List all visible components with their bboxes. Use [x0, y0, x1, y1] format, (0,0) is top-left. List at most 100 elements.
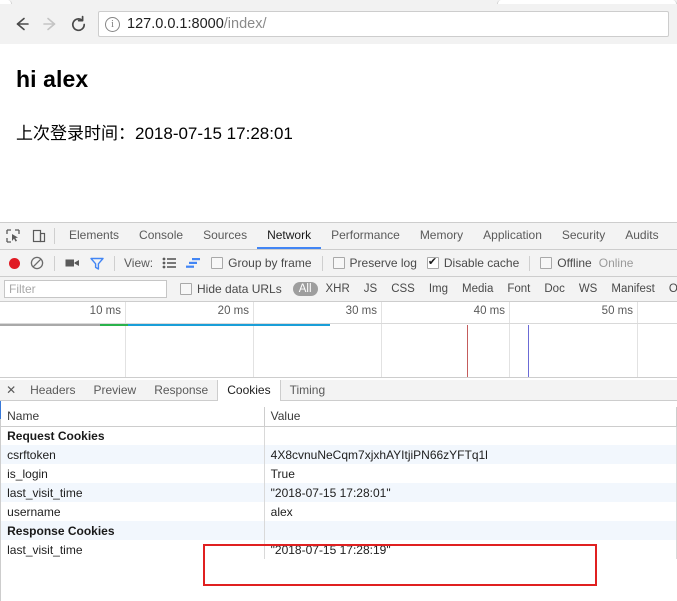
back-button[interactable]: [8, 10, 36, 38]
overview-tick-label: 40 ms: [473, 305, 505, 317]
tab-application[interactable]: Application: [473, 223, 552, 249]
checkbox-box: [540, 257, 553, 269]
record-dot-icon: [9, 257, 20, 269]
filter-type-media[interactable]: Media: [456, 282, 499, 296]
cookie-name: Request Cookies: [1, 426, 265, 445]
network-overview-timeline[interactable]: 10 ms 20 ms 30 ms 40 ms 50 ms: [0, 302, 677, 378]
close-icon[interactable]: ✕: [1, 380, 21, 400]
cookie-row[interactable]: last_visit_time "2018-07-15 17:28:19": [1, 540, 677, 559]
detail-tab-preview[interactable]: Preview: [85, 380, 146, 400]
tab-performance[interactable]: Performance: [321, 223, 410, 249]
url-host: 127.0.0.1:8000: [127, 16, 224, 32]
cookie-section-response: Response Cookies: [1, 521, 677, 540]
page-title: hi alex: [16, 66, 89, 92]
tab-security[interactable]: Security: [552, 223, 615, 249]
funnel-icon[interactable]: [85, 252, 109, 274]
device-toolbar-icon[interactable]: [26, 223, 52, 249]
overview-gridline: 40 ms: [382, 302, 510, 377]
throttling-select[interactable]: Online: [597, 256, 634, 270]
tab-sources[interactable]: Sources: [193, 223, 257, 249]
cookie-value: [264, 426, 677, 445]
address-bar[interactable]: i 127.0.0.1:8000/index/: [98, 11, 669, 37]
detail-tab-timing[interactable]: Timing: [281, 380, 335, 400]
overview-tick-label: 30 ms: [345, 305, 377, 317]
checkbox-box-checked: [426, 255, 439, 269]
filter-type-xhr[interactable]: XHR: [320, 282, 356, 296]
toolbar-divider-4: [529, 255, 531, 271]
inspect-element-icon[interactable]: [0, 223, 26, 249]
filter-type-css[interactable]: CSS: [385, 282, 421, 296]
filter-input[interactable]: [4, 280, 167, 298]
overview-bar-waiting: [100, 324, 128, 326]
forward-button[interactable]: [36, 10, 64, 38]
filter-type-img[interactable]: Img: [423, 282, 454, 296]
reload-button[interactable]: [64, 10, 92, 38]
devtools-tabstrip: Elements Console Sources Network Perform…: [0, 223, 677, 250]
toolbar-divider-1: [54, 255, 55, 271]
filter-type-all[interactable]: All: [292, 282, 318, 296]
cookie-row[interactable]: last_visit_time "2018-07-15 17:28:01": [1, 483, 677, 502]
checkbox-box: [180, 283, 192, 295]
last-login-text: 上次登录时间：2018-07-15 17:28:01: [16, 124, 293, 143]
detail-tab-cookies[interactable]: Cookies: [217, 380, 281, 401]
tab-audits[interactable]: Audits: [615, 223, 668, 249]
capture-screenshots-button[interactable]: [60, 252, 85, 274]
cookie-table: Name Value Request Cookies csrftoken 4X8…: [1, 407, 677, 559]
preserve-log-checkbox[interactable]: Preserve log: [328, 256, 422, 270]
detail-tab-headers[interactable]: Headers: [21, 380, 84, 400]
cookie-row[interactable]: csrftoken 4X8cvnuNeCqm7xjxhAYItjiPN66zYF…: [1, 445, 677, 464]
record-button[interactable]: [4, 252, 25, 274]
cookie-name: csrftoken: [1, 445, 265, 464]
devtools-panel: Elements Console Sources Network Perform…: [0, 222, 677, 601]
cookie-name: username: [1, 502, 265, 521]
overview-event-dom-content-loaded: [467, 325, 468, 377]
clear-button[interactable]: [25, 252, 49, 274]
filter-type-other[interactable]: Other: [663, 282, 677, 296]
request-detail-tabs: ✕ Headers Preview Response Cookies Timin…: [1, 380, 677, 401]
list-view-icon[interactable]: [157, 252, 181, 274]
tab-network[interactable]: Network: [257, 223, 322, 249]
disable-cache-checkbox[interactable]: Disable cache: [422, 255, 524, 270]
cookie-name: Response Cookies: [1, 521, 265, 540]
cookie-value: alex: [264, 502, 677, 521]
filter-type-doc[interactable]: Doc: [538, 282, 570, 296]
cookie-row[interactable]: username alex: [1, 502, 677, 521]
group-by-frame-checkbox[interactable]: Group by frame: [206, 256, 316, 270]
overview-gridline: 10 ms: [0, 302, 126, 377]
checkbox-box: [211, 257, 224, 269]
cookie-table-header-row: Name Value: [1, 407, 677, 427]
network-toolbar: View: Group by frame Preserve log ✔ Disa…: [0, 250, 677, 277]
cookie-column-name[interactable]: Name: [1, 407, 265, 427]
filter-type-font[interactable]: Font: [501, 282, 536, 296]
url-text: 127.0.0.1:8000/index/: [127, 16, 267, 32]
offline-checkbox[interactable]: Offline: [535, 256, 596, 270]
cookie-row[interactable]: is_login True: [1, 464, 677, 483]
network-filter-row: Hide data URLs All XHR JS CSS Img Media …: [0, 277, 677, 302]
filter-type-manifest[interactable]: Manifest: [605, 282, 660, 296]
overview-gridline: 30 ms: [254, 302, 382, 377]
overview-event-load: [528, 325, 529, 377]
tab-elements[interactable]: Elements: [59, 223, 129, 249]
filter-type-js[interactable]: JS: [358, 282, 383, 296]
disable-cache-label: Disable cache: [443, 256, 520, 270]
overview-bar-download: [128, 324, 330, 326]
tab-memory[interactable]: Memory: [410, 223, 473, 249]
preserve-log-label: Preserve log: [349, 256, 417, 270]
cookie-value: "2018-07-15 17:28:01": [264, 483, 677, 502]
cookie-column-value[interactable]: Value: [264, 407, 677, 427]
waterfall-view-icon[interactable]: [181, 252, 206, 274]
cookie-value: [264, 521, 677, 540]
site-info-icon[interactable]: i: [105, 16, 120, 32]
hide-data-urls-checkbox[interactable]: Hide data URLs: [175, 282, 287, 296]
overview-gridline: 20 ms: [126, 302, 254, 377]
tab-console[interactable]: Console: [129, 223, 193, 249]
offline-label: Offline: [557, 256, 592, 270]
filter-type-ws[interactable]: WS: [573, 282, 604, 296]
detail-tab-response[interactable]: Response: [145, 380, 217, 400]
url-path: /index/: [223, 16, 267, 32]
group-by-frame-label: Group by frame: [228, 256, 312, 270]
overview-tick-label: 50 ms: [601, 305, 633, 317]
network-lower-split: Name ▲ index/ ✕ Headers Preview Response…: [0, 380, 677, 601]
view-label: View:: [124, 256, 154, 270]
overview-gridline: 50 ms: [510, 302, 638, 377]
